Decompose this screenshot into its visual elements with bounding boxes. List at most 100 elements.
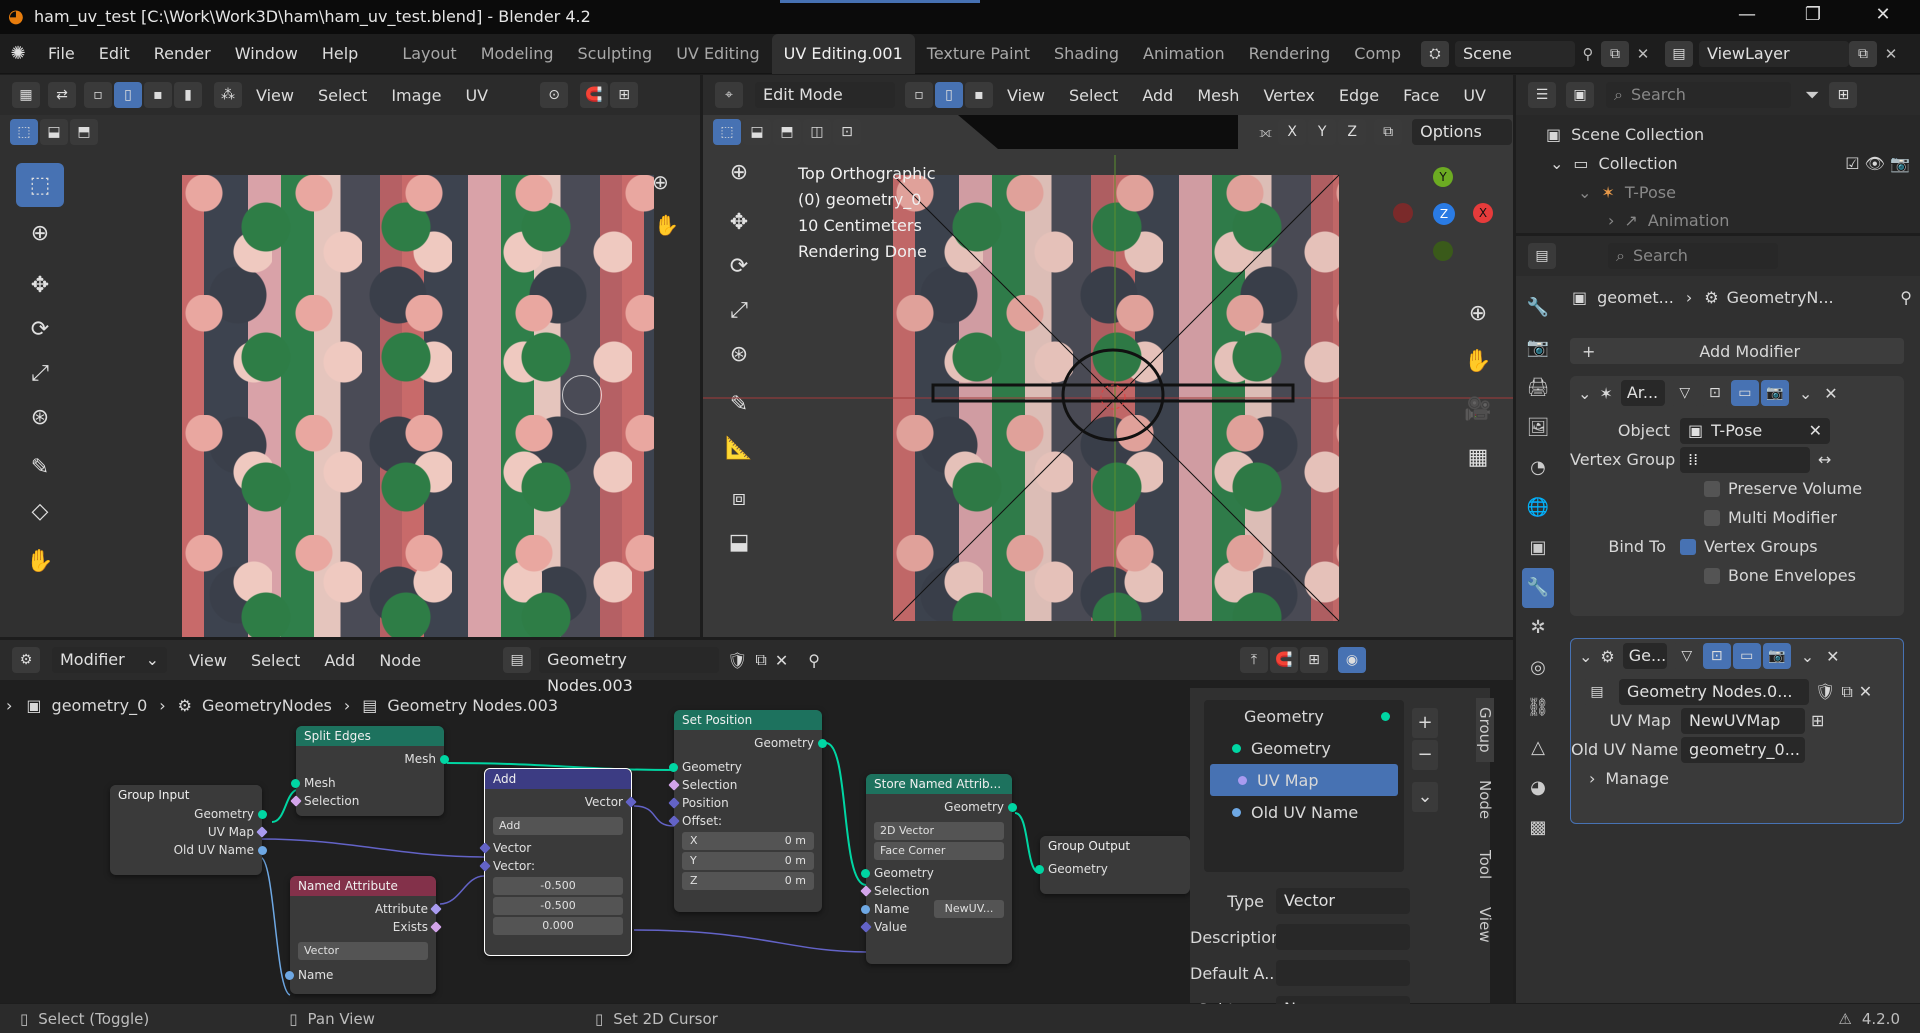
add-operation-dropdown[interactable]: Add (493, 817, 623, 835)
menu-help[interactable]: Help (310, 34, 370, 74)
interface-input-olduvname[interactable]: Old UV Name (1204, 796, 1404, 828)
select-subtract-icon[interactable]: ⬒ (70, 119, 98, 145)
sticky-select-icon[interactable]: ⁂ (214, 82, 242, 108)
socket-sp-geometry[interactable] (669, 763, 678, 772)
properties-search[interactable]: ⌕ Search (1608, 243, 1778, 269)
sidebar-tab-tool[interactable]: Tool (1476, 838, 1494, 892)
uv-menu-uv[interactable]: UV (453, 86, 500, 105)
gizmo-neg-x[interactable] (1393, 203, 1413, 223)
socket-na-name[interactable] (285, 971, 294, 980)
render-icon[interactable]: 📷 (1760, 380, 1789, 406)
node-group-browse-icon[interactable]: ▤ (1583, 678, 1611, 705)
gn-modifier-menu-icon[interactable]: ⌄ (1801, 647, 1814, 666)
viewlayer-tab-icon[interactable]: 🖼 (1522, 408, 1554, 448)
tab-shading[interactable]: Shading (1042, 34, 1131, 74)
remove-modifier-icon[interactable]: ✕ (1824, 384, 1837, 403)
scene-icon[interactable]: ⛭ (1421, 40, 1449, 67)
add-value-z[interactable]: 0.000 (493, 917, 623, 935)
edge-select-icon[interactable]: ▯ (114, 82, 142, 108)
minimize-button[interactable]: — (1734, 4, 1760, 28)
gn-remove-modifier-icon[interactable]: ✕ (1826, 647, 1839, 666)
uv-menu-image[interactable]: Image (379, 86, 453, 105)
node-group-output[interactable]: Group Output Geometry (1035, 836, 1190, 894)
cursor-tool-icon[interactable]: ⊕ (16, 211, 64, 255)
more-menu-icon[interactable]: ⌄ (1412, 782, 1438, 812)
scene-tab-icon[interactable]: ◔ (1522, 448, 1554, 488)
remove-item-icon[interactable]: − (1412, 740, 1438, 770)
vp-camera-icon[interactable]: 🎥 (1463, 386, 1493, 434)
render-tab-icon[interactable]: 📷 (1522, 328, 1554, 368)
socket-sna-name[interactable] (861, 905, 870, 914)
pivot-icon[interactable]: ⊙ (540, 82, 569, 108)
na-type-dropdown[interactable]: Vector (298, 942, 428, 960)
sp-offset-z[interactable]: Z 0 m (682, 872, 814, 890)
zoom-icon[interactable]: ⊕ (652, 170, 669, 194)
sp-offset-y[interactable]: Y 0 m (682, 852, 814, 870)
socket-se-mesh-in[interactable] (291, 779, 300, 788)
new-collection-icon[interactable]: ⊞ (1829, 82, 1858, 108)
vp-pan-icon[interactable]: ✋ (1463, 338, 1493, 386)
add-value-x[interactable]: -0.500 (493, 877, 623, 895)
add-value-y[interactable]: -0.500 (493, 897, 623, 915)
rotate-tool-icon[interactable]: ⟳ (16, 307, 64, 351)
menu-file[interactable]: File (36, 34, 87, 74)
node-store-named-attribute[interactable]: Store Named Attrib... Geometry 2D Vector… (860, 774, 1017, 964)
fake-user-icon[interactable]: 🛡 (1815, 682, 1835, 701)
socket-sna-out[interactable] (1008, 803, 1017, 812)
select-box-tool-icon[interactable]: ⬚ (16, 163, 64, 207)
sidebar-tab-group[interactable]: Group (1476, 698, 1494, 762)
remove-viewlayer-icon[interactable]: ✕ (1879, 45, 1903, 63)
outliner-search[interactable]: ⌕ Search (1606, 82, 1791, 108)
pin-icon[interactable]: ⚲ (1575, 45, 1601, 63)
grab-tool-icon[interactable]: ✋ (16, 539, 64, 583)
select-extend-icon[interactable]: ⬓ (40, 119, 68, 145)
socket-se-mesh-out[interactable] (440, 755, 449, 764)
vp-ortho-grid-icon[interactable]: ▦ (1463, 434, 1493, 482)
manage-subpanel[interactable]: › Manage (1571, 764, 1903, 793)
scene-field[interactable]: Scene (1455, 40, 1575, 67)
tab-uv-editing[interactable]: UV Editing (664, 34, 771, 74)
properties-type-icon[interactable]: ▤ (1528, 243, 1556, 269)
outliner-scene-collection[interactable]: ▣ Scene Collection (1546, 125, 1704, 144)
ne-snap-target-icon[interactable]: ⊞ (1299, 647, 1328, 673)
collapse-geonodes-icon[interactable]: ⌄ (1579, 647, 1592, 666)
object-tab-icon[interactable]: ▣ (1522, 528, 1554, 568)
socket-olduvname[interactable] (258, 846, 267, 855)
gn-render-icon[interactable]: 📷 (1762, 643, 1791, 669)
outliner-tpose[interactable]: ⌄ ✶ T-Pose (1578, 183, 1908, 202)
material-tab-icon[interactable]: ◕ (1522, 768, 1554, 808)
scale-tool-icon[interactable]: ⤢ (16, 351, 64, 395)
parent-node-tree-icon[interactable]: ⤒ (1239, 647, 1268, 673)
modifier-menu-icon[interactable]: ⌄ (1799, 384, 1812, 403)
old-uv-name-field[interactable]: geometry_0... (1681, 736, 1805, 763)
armature-object-field[interactable]: ▣ T-Pose ✕ (1680, 417, 1830, 444)
tab-layout[interactable]: Layout (390, 34, 468, 74)
bone-envelopes-row[interactable]: Bone Envelopes (1570, 561, 1904, 590)
tab-compositing[interactable]: Comp (1342, 34, 1413, 74)
gn-realtime-icon[interactable]: ▭ (1732, 643, 1761, 669)
breadcrumb-modifier[interactable]: GeometryN... (1727, 288, 1834, 307)
menu-edit[interactable]: Edit (87, 34, 142, 74)
interface-input-uvmap[interactable]: UV Map (1210, 764, 1398, 796)
ne-snap-icon[interactable]: 🧲 (1269, 647, 1298, 673)
preserve-volume-row[interactable]: Preserve Volume (1570, 474, 1904, 503)
uv-menu-view[interactable]: View (244, 86, 306, 105)
navigation-gizmo[interactable]: Y Z X (1385, 167, 1505, 277)
socket-geometry[interactable] (258, 810, 267, 819)
uv-map-field[interactable]: NewUVMap (1681, 707, 1805, 734)
blender-menu-icon[interactable]: ✺ (0, 43, 36, 64)
vertex-groups-checkbox[interactable] (1680, 538, 1696, 555)
unlink-group-icon[interactable]: ✕ (1859, 682, 1872, 701)
gizmo-z-axis[interactable]: Z (1433, 203, 1455, 225)
sna-type-dropdown[interactable]: 2D Vector (874, 822, 1004, 840)
expand-animation-icon[interactable]: › (1608, 211, 1614, 230)
invert-vgroup-icon[interactable]: ↔ (1818, 450, 1831, 469)
tab-uv-editing-001[interactable]: UV Editing.001 (771, 33, 915, 74)
node-named-attribute[interactable]: Named Attribute Attribute Exists Vector … (285, 876, 442, 994)
remove-scene-icon[interactable]: ✕ (1631, 45, 1655, 63)
annotate-tool-icon[interactable]: ✎ (16, 445, 64, 489)
new-scene-icon[interactable]: ⧉ (1601, 40, 1629, 67)
editor-type-icon[interactable]: ▦ (12, 82, 40, 108)
sidebar-tab-node[interactable]: Node (1476, 768, 1494, 832)
interface-output-geometry[interactable]: Geometry (1204, 700, 1404, 732)
